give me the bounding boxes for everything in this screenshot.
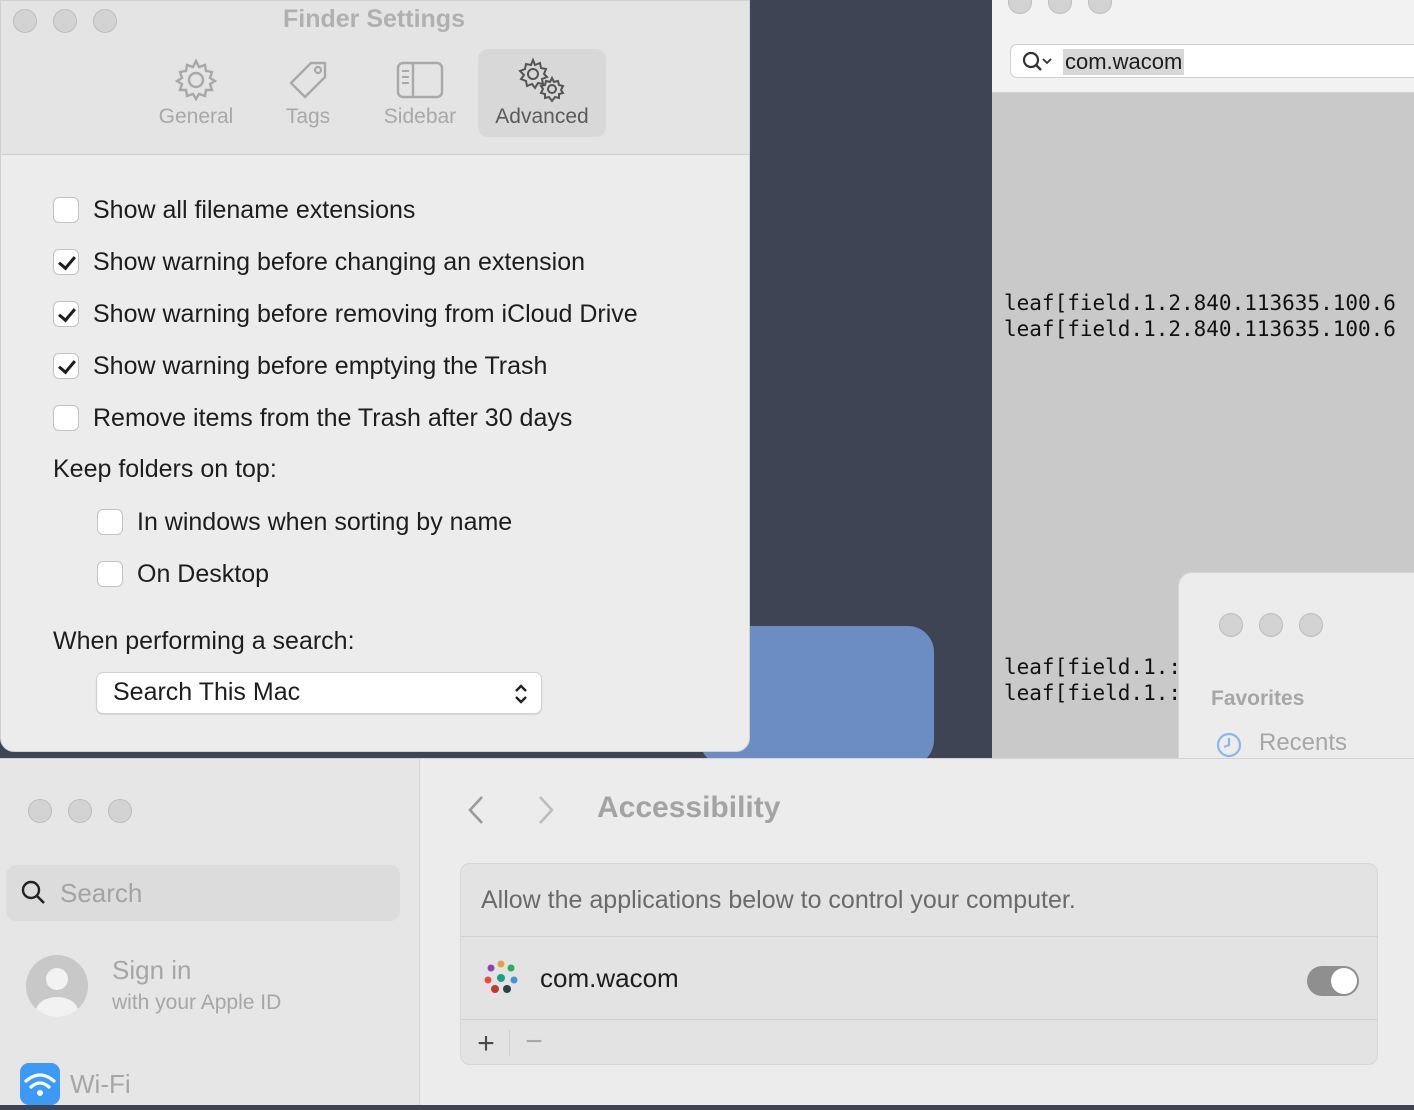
divider — [461, 1019, 1377, 1020]
checkbox[interactable] — [53, 405, 79, 431]
option-label: Show warning before emptying the Trash — [93, 352, 548, 380]
sidebar-search-field[interactable]: Search — [6, 865, 400, 921]
checkbox[interactable] — [53, 249, 79, 275]
tab-general[interactable]: General — [141, 49, 251, 137]
option-label: Remove items from the Trash after 30 day… — [93, 404, 573, 432]
close-button[interactable] — [28, 799, 52, 823]
keep-folders-heading: Keep folders on top: — [53, 455, 277, 483]
tab-label: Sidebar — [383, 105, 457, 128]
option-label: Show all filename extensions — [93, 196, 416, 224]
tab-label: General — [158, 105, 234, 128]
minimize-button[interactable] — [1259, 613, 1283, 637]
checkbox[interactable] — [53, 301, 79, 327]
close-button[interactable] — [1008, 0, 1032, 14]
wifi-icon — [20, 1063, 60, 1105]
search-scope-value: Search This Mac — [113, 678, 301, 706]
minimize-button[interactable] — [1048, 0, 1072, 14]
divider — [461, 936, 1377, 937]
app-access-toggle[interactable] — [1307, 966, 1359, 996]
option-label: Show warning before removing from iCloud… — [93, 300, 638, 328]
chevron-up-down-icon — [513, 681, 529, 712]
search-scope-heading: When performing a search: — [53, 627, 355, 655]
remove-app-button[interactable]: − — [523, 1025, 545, 1059]
forward-chevron-icon[interactable] — [534, 793, 558, 832]
tab-tags[interactable]: Tags — [253, 49, 363, 137]
finder-settings-window: Finder Settings General Tags Sidebar Adv… — [0, 0, 750, 752]
window-title: Finder Settings — [283, 5, 465, 33]
wacom-app-icon — [481, 958, 521, 1003]
zoom-button[interactable] — [1299, 613, 1323, 637]
settings-toolbar: Finder Settings General Tags Sidebar Adv… — [1, 1, 749, 155]
sign-in-label[interactable]: Sign in — [112, 955, 192, 986]
checkbox[interactable] — [53, 197, 79, 223]
gears-icon — [478, 57, 606, 103]
checkbox[interactable] — [97, 509, 123, 535]
console-search-field[interactable]: com.wacom — [1010, 44, 1414, 78]
zoom-button[interactable] — [1088, 0, 1112, 14]
log-line: leaf[field.1.: — [1004, 655, 1182, 679]
add-app-button[interactable]: + — [475, 1027, 497, 1061]
back-chevron-icon[interactable] — [464, 793, 488, 832]
option-label: On Desktop — [137, 560, 270, 588]
system-settings-window: Search Sign in with your Apple ID Wi-Fi … — [0, 758, 1414, 1105]
tab-label: Tags — [285, 105, 331, 128]
search-scope-select[interactable]: Search This Mac — [96, 672, 542, 714]
option-label: In windows when sorting by name — [137, 508, 513, 536]
tab-advanced[interactable]: Advanced — [478, 49, 606, 137]
tag-icon — [253, 57, 363, 103]
app-name: com.wacom — [540, 963, 679, 993]
zoom-button[interactable] — [108, 799, 132, 823]
page-title: Accessibility — [597, 791, 781, 824]
favorites-heading: Favorites — [1211, 687, 1305, 710]
sidebar-item-wifi[interactable]: Wi-Fi — [70, 1069, 131, 1100]
tab-sidebar[interactable]: Sidebar — [365, 49, 475, 137]
sign-in-sublabel: with your Apple ID — [112, 991, 282, 1014]
option-label: Show warning before changing an extensio… — [93, 248, 586, 276]
console-toolbar: com.wacom — [992, 0, 1414, 93]
close-button[interactable] — [1219, 613, 1243, 637]
sidebar-item-recents[interactable]: Recents — [1259, 729, 1347, 757]
search-icon — [20, 879, 48, 912]
console-search-value[interactable]: com.wacom — [1063, 49, 1185, 75]
tab-label: Advanced — [495, 105, 589, 128]
finder-window: Favorites Recents — [1178, 572, 1414, 774]
panel-description: Allow the applications below to control … — [481, 886, 1076, 914]
avatar[interactable] — [26, 955, 88, 1017]
search-placeholder: Search — [60, 878, 143, 908]
log-line: leaf[field.1.2.840.113635.100.6 — [1004, 291, 1396, 315]
minimize-button[interactable] — [68, 799, 92, 823]
gear-icon — [141, 57, 251, 103]
divider — [509, 1030, 510, 1056]
checkbox[interactable] — [53, 353, 79, 379]
toggle-knob — [1331, 968, 1357, 994]
accessibility-apps-panel: Allow the applications below to control … — [460, 863, 1378, 1065]
search-icon — [1021, 49, 1055, 80]
checkbox[interactable] — [97, 561, 123, 587]
log-line: leaf[field.1.2.840.113635.100.6 — [1004, 317, 1396, 341]
sidebar-icon — [365, 57, 475, 103]
log-line: leaf[field.1.: — [1004, 681, 1182, 705]
settings-sidebar: Search Sign in with your Apple ID Wi-Fi — [0, 759, 420, 1105]
